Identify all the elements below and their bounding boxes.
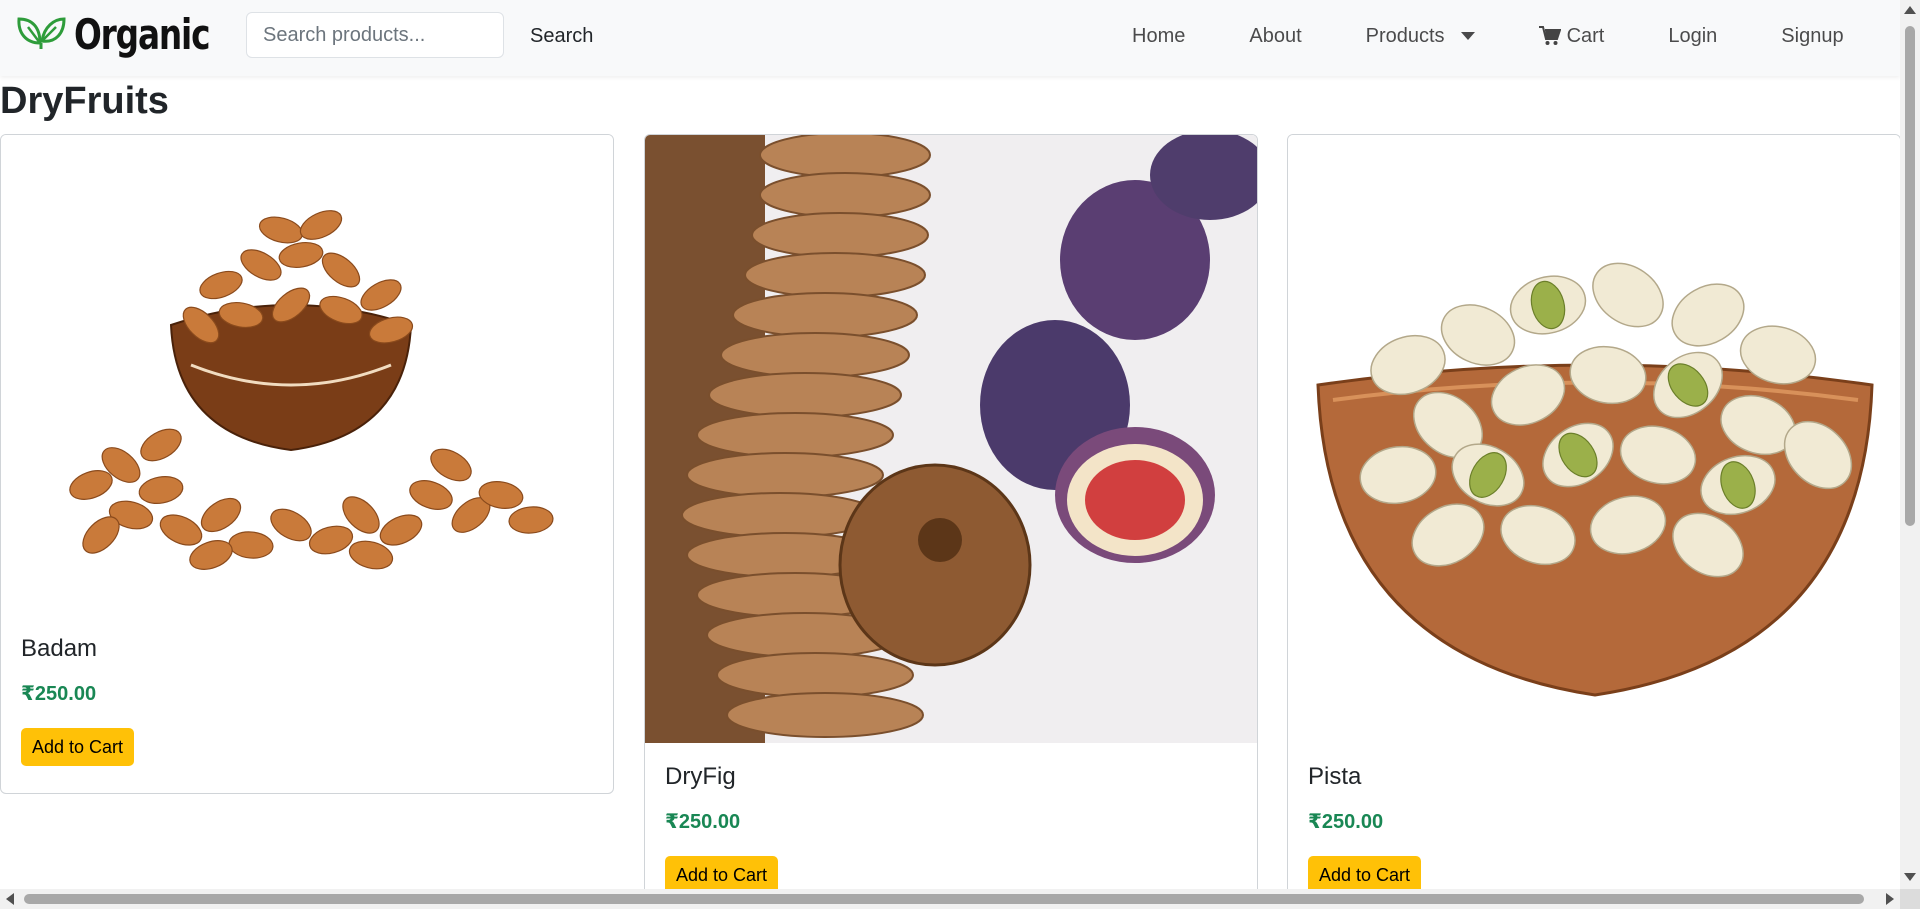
nav-products-dropdown[interactable]: Products	[1334, 25, 1507, 48]
almonds-image	[1, 135, 613, 615]
nav-links: Home About Products Cart Login Signup	[1100, 0, 1876, 72]
scroll-down-icon[interactable]	[1904, 873, 1916, 881]
search-button[interactable]: Search	[518, 16, 605, 56]
leaf-icon	[16, 13, 66, 56]
cart-icon	[1538, 26, 1561, 46]
navbar: Organic Search Home About Products	[0, 0, 1900, 76]
scroll-left-icon[interactable]	[6, 893, 14, 905]
dried-figs-image	[645, 135, 1257, 743]
scroll-up-icon[interactable]	[1904, 6, 1916, 14]
nav-signup[interactable]: Signup	[1749, 25, 1875, 48]
brand-logo[interactable]: Organic	[16, 10, 248, 59]
nav-about[interactable]: About	[1217, 25, 1333, 48]
page-title: DryFruits	[0, 80, 169, 122]
chevron-down-icon	[1460, 32, 1475, 40]
scroll-right-icon[interactable]	[1886, 893, 1894, 905]
product-price: ₹250.00	[21, 683, 97, 705]
card-body: Badam ₹250.00 Add to Cart	[1, 615, 613, 786]
vertical-scroll-thumb[interactable]	[1905, 26, 1915, 526]
horizontal-scrollbar[interactable]	[0, 889, 1900, 909]
product-name: DryFig	[665, 763, 736, 790]
nav-products-label: Products	[1365, 24, 1445, 47]
nav-cart[interactable]: Cart	[1507, 25, 1637, 48]
search-input[interactable]	[246, 12, 504, 58]
add-to-cart-button[interactable]: Add to Cart	[665, 856, 779, 890]
add-to-cart-button[interactable]: Add to Cart	[21, 728, 135, 766]
nav-home[interactable]: Home	[1100, 25, 1217, 48]
product-price: ₹250.00	[1308, 811, 1384, 833]
pistachios-image	[1288, 135, 1900, 743]
add-to-cart-button[interactable]: Add to Cart	[1308, 856, 1422, 890]
vertical-scrollbar[interactable]	[1900, 0, 1920, 909]
product-card: DryFig ₹250.00 Add to Cart	[644, 134, 1258, 890]
card-body: DryFig ₹250.00 Add to Cart	[645, 743, 1257, 890]
scrollbar-corner	[1900, 889, 1920, 909]
product-name: Pista	[1308, 763, 1362, 790]
product-price: ₹250.00	[665, 811, 741, 833]
horizontal-scroll-thumb[interactable]	[24, 894, 1864, 904]
nav-cart-label: Cart	[1566, 24, 1605, 47]
product-card: Pista ₹250.00 Add to Cart	[1287, 134, 1900, 890]
product-name: Badam	[21, 635, 98, 662]
viewport: Organic Search Home About Products	[0, 0, 1900, 890]
product-card: Badam ₹250.00 Add to Cart	[0, 134, 614, 794]
nav-login[interactable]: Login	[1636, 25, 1749, 48]
card-body: Pista ₹250.00 Add to Cart	[1288, 743, 1900, 890]
brand-name: Organic	[74, 10, 211, 59]
